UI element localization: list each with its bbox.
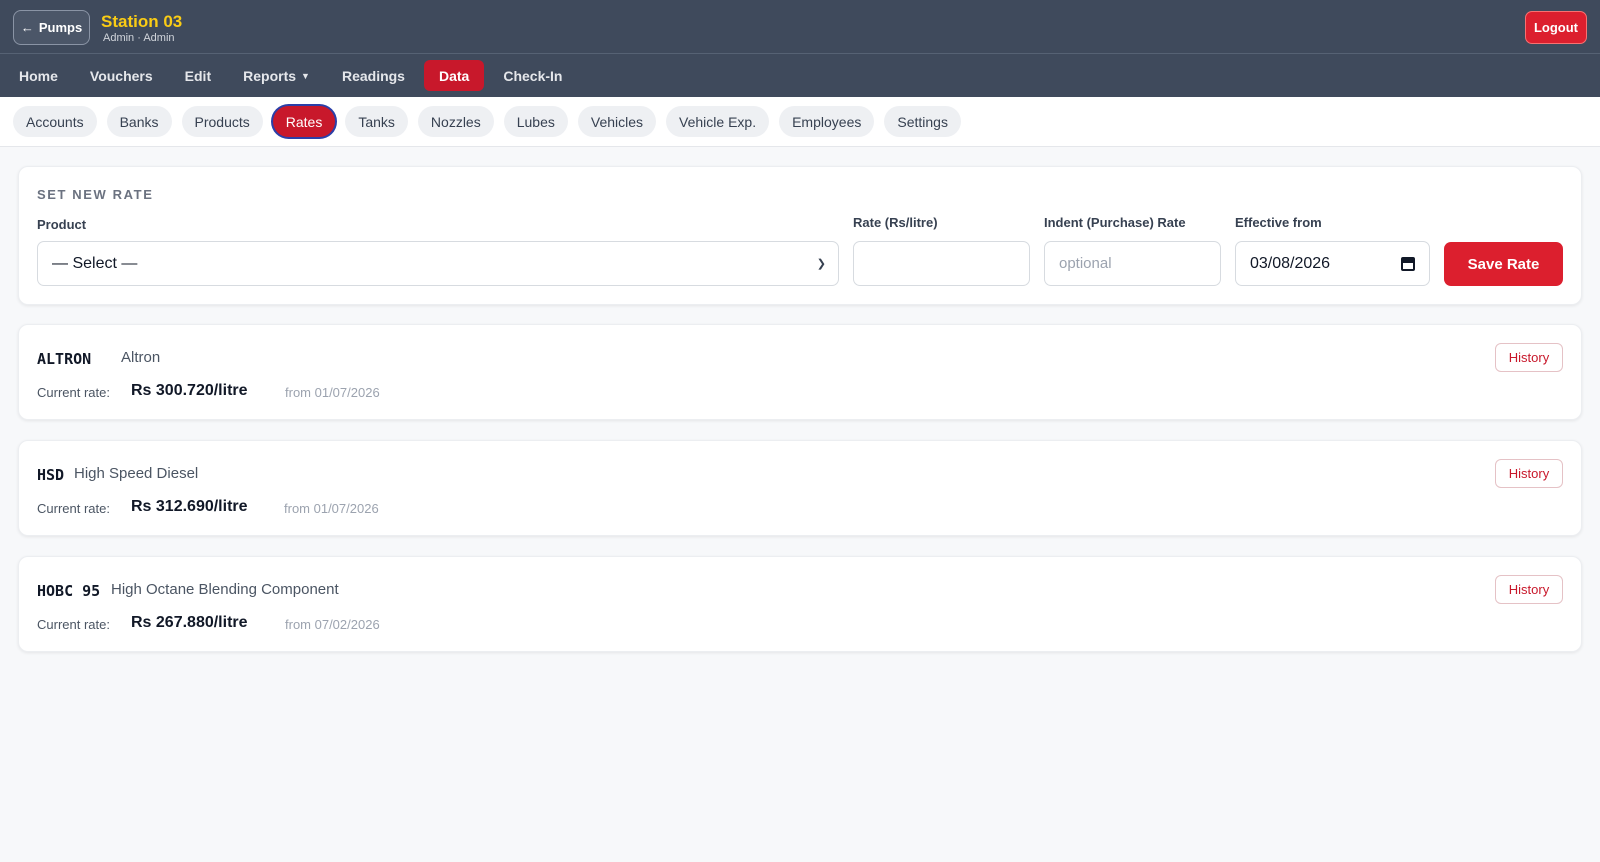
product-label: Product	[37, 217, 87, 232]
effective-from-input[interactable]: 03/08/2026	[1235, 241, 1430, 286]
indent-rate-label: Indent (Purchase) Rate	[1044, 215, 1186, 230]
top-bar: ← Pumps Station 03 Admin · Admin Logout	[0, 0, 1600, 54]
tab-accounts[interactable]: Accounts	[13, 106, 97, 137]
history-button[interactable]: History	[1495, 343, 1563, 372]
current-rate-label: Current rate:	[37, 501, 110, 516]
product-select-value: — Select —	[52, 254, 138, 272]
product-code: HOBC 95	[37, 582, 101, 600]
nav-reports[interactable]: Reports ▼	[230, 60, 323, 91]
tab-nozzles[interactable]: Nozzles	[417, 106, 494, 137]
station-subtitle: Admin · Admin	[103, 32, 175, 44]
logout-button[interactable]: Logout	[1525, 11, 1587, 44]
rate-label: Rate (Rs/litre)	[853, 215, 938, 230]
effective-from-value: 03/08/2026	[1250, 254, 1331, 272]
tab-vehicles[interactable]: Vehicles	[577, 106, 657, 137]
back-button-label: Pumps	[38, 20, 83, 35]
rate-from-date: from 01/07/2026	[284, 501, 379, 516]
tab-rates[interactable]: Rates	[272, 106, 336, 137]
product-name: Altron	[121, 349, 161, 366]
history-button[interactable]: History	[1495, 575, 1563, 604]
main-nav: Home Vouchers Edit Reports ▼ Readings Da…	[0, 54, 1600, 97]
nav-vouchers[interactable]: Vouchers	[77, 60, 166, 91]
current-rate-label: Current rate:	[37, 617, 110, 632]
nav-readings[interactable]: Readings	[329, 60, 418, 91]
calendar-icon[interactable]	[1401, 257, 1415, 271]
nav-edit[interactable]: Edit	[172, 60, 224, 91]
product-code: HSD	[37, 466, 65, 484]
current-rate-label: Current rate:	[37, 385, 110, 400]
rate-card: HSD High Speed Diesel Current rate: Rs 3…	[18, 440, 1582, 536]
form-section-title: SET NEW RATE	[37, 187, 154, 202]
nav-check-in[interactable]: Check-In	[490, 60, 575, 91]
rate-from-date: from 01/07/2026	[285, 385, 380, 400]
tab-products[interactable]: Products	[181, 106, 263, 137]
effective-from-label: Effective from	[1235, 215, 1322, 230]
indent-rate-input[interactable]: optional	[1044, 241, 1221, 286]
tab-vehicle-exp[interactable]: Vehicle Exp.	[666, 106, 770, 137]
chevron-down-icon: ❯	[816, 258, 826, 270]
product-select[interactable]: — Select — ❯	[37, 241, 839, 286]
rate-card: ALTRON Altron Current rate: Rs 300.720/l…	[18, 324, 1582, 420]
station-title: Station 03	[101, 12, 183, 31]
product-code: ALTRON	[37, 350, 92, 368]
nav-home[interactable]: Home	[6, 60, 71, 91]
product-name: High Speed Diesel	[74, 465, 199, 482]
current-rate-value: Rs 267.880/litre	[131, 614, 248, 631]
back-to-pumps-button[interactable]: ← Pumps	[13, 10, 90, 45]
history-button[interactable]: History	[1495, 459, 1563, 488]
tab-banks[interactable]: Banks	[106, 106, 172, 137]
set-rate-form: SET NEW RATE Product — Select — ❯ Rate (…	[18, 166, 1582, 305]
tab-tanks[interactable]: Tanks	[345, 106, 408, 137]
rate-from-date: from 07/02/2026	[285, 617, 380, 632]
rate-input[interactable]	[853, 241, 1030, 286]
product-name: High Octane Blending Component	[111, 581, 339, 598]
sub-nav: Accounts Banks Products Rates Tanks Nozz…	[0, 97, 1600, 147]
nav-data[interactable]: Data	[423, 60, 485, 91]
tab-employees[interactable]: Employees	[779, 106, 875, 137]
save-rate-button[interactable]: Save Rate	[1444, 242, 1563, 286]
current-rate-value: Rs 300.720/litre	[131, 382, 248, 399]
nav-reports-label: Reports	[243, 67, 297, 84]
arrow-left-icon: ←	[20, 20, 34, 35]
tab-lubes[interactable]: Lubes	[503, 106, 568, 137]
tab-settings[interactable]: Settings	[884, 106, 961, 137]
current-rate-value: Rs 312.690/litre	[131, 498, 248, 515]
rate-card: HOBC 95 High Octane Blending Component C…	[18, 556, 1582, 652]
chevron-down-icon: ▼	[301, 71, 310, 81]
